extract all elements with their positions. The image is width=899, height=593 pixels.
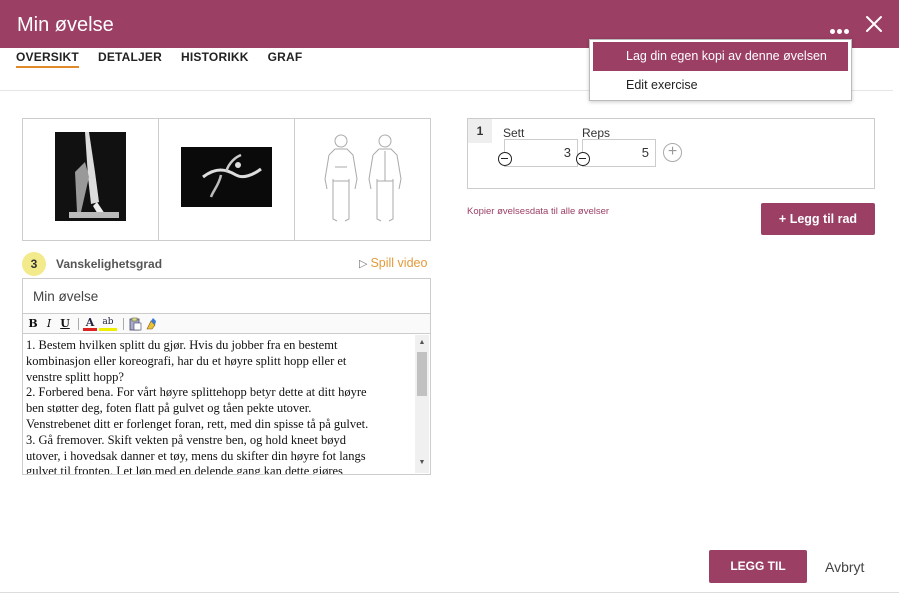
body-muscle-diagram xyxy=(324,134,402,222)
scroll-down-icon[interactable]: ▼ xyxy=(418,459,426,467)
description-editor[interactable]: 1. Bestem hvilken splitt du gjør. Hvis d… xyxy=(22,333,431,475)
more-options-menu: Lag din egen kopi av denne øvelsen Edit … xyxy=(589,39,852,101)
description-line: utover, i hovedsak danner et tøy, mens d… xyxy=(26,448,366,463)
copy-exercise-data-link[interactable]: Kopier øvelsesdata til alle øvelser xyxy=(467,206,609,217)
toolbar-separator xyxy=(123,317,124,330)
reps-label: Reps xyxy=(582,126,611,140)
editor-scrollbar[interactable]: ▲ ▼ xyxy=(415,335,429,473)
description-line: venstre splitt hopp? xyxy=(26,369,124,384)
image-cell-3[interactable] xyxy=(295,119,430,240)
sett-label: Sett xyxy=(503,126,525,140)
sett-input[interactable]: 3 xyxy=(504,139,578,167)
tab-detaljer[interactable]: DETALJER xyxy=(98,50,162,68)
add-set-plus-icon[interactable]: + xyxy=(663,143,682,162)
reps-minus-icon[interactable] xyxy=(576,152,590,166)
menu-item-copy-exercise[interactable]: Lag din egen kopi av denne øvelsen xyxy=(593,42,848,71)
row-number: 1 xyxy=(468,119,492,143)
editor-toolbar: B I U A ab xyxy=(22,314,431,333)
sett-minus-icon[interactable] xyxy=(498,152,512,166)
underline-button[interactable]: U xyxy=(58,317,72,331)
add-button[interactable]: LEGG TIL xyxy=(709,550,807,583)
tab-graf[interactable]: GRAF xyxy=(268,50,303,68)
tab-historikk[interactable]: HISTORIKK xyxy=(181,50,249,68)
description-line: gulvet til fronten. I et løp med en dele… xyxy=(26,464,343,475)
image-cell-2[interactable] xyxy=(159,119,295,240)
description-text: 1. Bestem hvilken splitt du gjør. Hvis d… xyxy=(26,338,416,475)
description-line: 3. Gå fremover. Skift vekten på venstre … xyxy=(26,432,347,447)
highlight-button[interactable]: ab xyxy=(99,317,117,331)
dancer-leap-photo xyxy=(181,147,272,207)
tab-bar: OVERSIKT DETALJER HISTORIKK GRAF xyxy=(16,50,321,68)
description-line: kombinasjon eller koreografi, har du et … xyxy=(26,353,347,368)
close-icon[interactable] xyxy=(864,14,884,34)
difficulty-badge: 3 xyxy=(22,252,46,276)
italic-button[interactable]: I xyxy=(42,317,56,331)
image-cell-1[interactable] xyxy=(23,119,159,240)
menu-item-edit-exercise[interactable]: Edit exercise xyxy=(590,71,851,100)
description-line: ben støtter deg, foten flatt på gulvet o… xyxy=(26,401,312,416)
exercise-images xyxy=(22,118,431,241)
scroll-up-icon[interactable]: ▲ xyxy=(418,339,426,347)
clear-format-icon[interactable] xyxy=(144,317,158,331)
dancer-legs-photo xyxy=(55,132,126,221)
add-row-button[interactable]: + Legg til rad xyxy=(761,203,875,235)
paste-icon[interactable] xyxy=(128,317,142,331)
bold-button[interactable]: B xyxy=(26,317,40,331)
font-color-button[interactable]: A xyxy=(83,317,97,331)
description-line: Venstrebenet ditt er forlenget foran, re… xyxy=(26,416,369,431)
toolbar-separator xyxy=(78,317,79,330)
more-horizontal-icon[interactable] xyxy=(830,17,854,37)
play-video-label: Spill video xyxy=(370,256,428,270)
description-line: 2. Forbered bena. For vårt høyre splitte… xyxy=(26,385,367,400)
cancel-button[interactable]: Avbryt xyxy=(825,559,864,575)
reps-input[interactable]: 5 xyxy=(582,139,656,167)
difficulty-label: Vanskelighetsgrad xyxy=(56,257,163,271)
play-outline-icon: ▷ xyxy=(359,258,368,270)
dialog-title: Min øvelse xyxy=(17,14,114,36)
exercise-name-input[interactable]: Min øvelse xyxy=(22,278,431,314)
tab-oversikt[interactable]: OVERSIKT xyxy=(16,50,79,68)
description-line: 1. Bestem hvilken splitt du gjør. Hvis d… xyxy=(26,338,338,352)
scroll-thumb[interactable] xyxy=(417,352,427,396)
play-video-link[interactable]: ▷ Spill video xyxy=(359,256,427,270)
